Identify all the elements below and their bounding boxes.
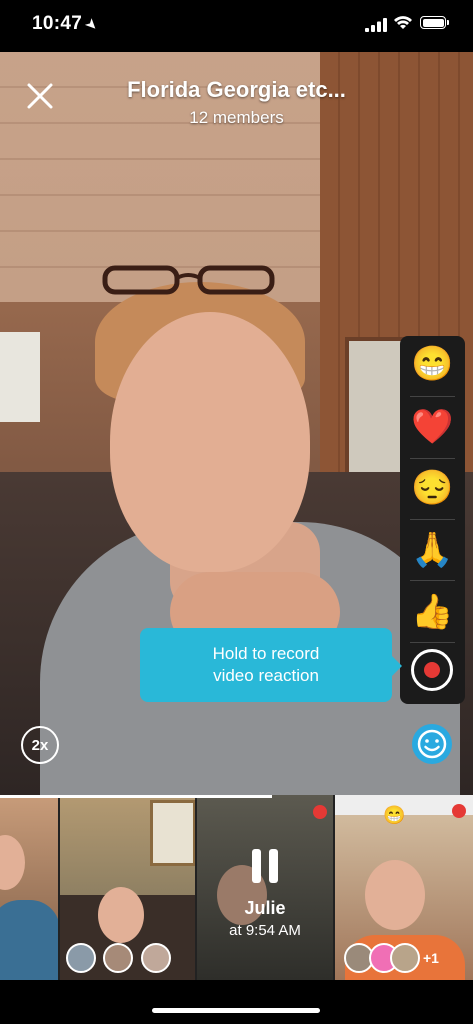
member-count[interactable]: 12 members [0,108,473,128]
location-arrow-icon: ➤ [82,15,102,34]
reaction-pray[interactable]: 🙏 [400,522,465,578]
status-time-label: 10:47 [32,13,83,34]
active-viewer-name: Julie [244,898,286,918]
more-viewers-count: +1 [423,950,439,966]
viewer-avatar [390,943,420,973]
thumbnail-picture-frame [150,800,195,866]
reaction-pensive[interactable]: 😔 [400,460,465,516]
thumbnail-reaction-emoji: 😁 [383,805,406,825]
reaction-panel: 😁 ❤️ 😔 🙏 👍 [400,336,465,704]
viewer-avatar [103,943,133,973]
thumbnail-face [0,835,25,890]
status-bar: 10:47➤ [0,0,473,52]
record-dot [424,662,440,678]
divider [410,396,455,397]
video-thumbnail[interactable] [60,795,195,980]
recording-indicator [452,804,466,818]
group-title[interactable]: Florida Georgia etc... [0,77,473,103]
video-thumbnail-active[interactable] [197,795,333,980]
record-tooltip: Hold to record video reaction [140,628,402,702]
pause-bar [252,849,261,883]
reaction-grin[interactable]: 😁 [400,336,465,392]
video-thumbnail[interactable] [0,795,58,980]
recording-indicator [313,805,327,819]
tooltip-arrow [392,656,402,676]
divider [410,458,455,459]
wifi-icon [394,16,412,29]
pause-icon[interactable] [252,849,280,883]
smile-icon[interactable] [412,724,452,764]
viewer-avatar [66,943,96,973]
glasses-icon [102,265,275,295]
active-viewer-time: at 9:54 AM [229,922,301,939]
record-icon[interactable] [411,649,453,691]
person-face [110,312,310,572]
battery-icon [420,16,449,29]
home-indicator[interactable] [152,1008,320,1013]
playback-speed-button[interactable]: 2x [21,726,59,764]
reaction-heart[interactable]: ❤️ [400,399,465,455]
divider [410,642,455,643]
thumbnail-face [365,860,425,930]
divider [410,519,455,520]
reaction-thumbs-up[interactable]: 👍 [400,584,465,640]
viewer-avatar [141,943,171,973]
thumbnail-face [98,887,144,943]
cellular-signal-icon [365,18,387,32]
background-window-left [0,332,40,422]
tooltip-line-1: Hold to record [212,644,320,663]
playback-progress-bar[interactable] [0,795,272,798]
tooltip-line-2: video reaction [213,666,319,685]
status-time: 10:47➤ [32,13,101,35]
divider [410,580,455,581]
pause-bar [269,849,278,883]
thumbnail-shirt [0,900,58,980]
